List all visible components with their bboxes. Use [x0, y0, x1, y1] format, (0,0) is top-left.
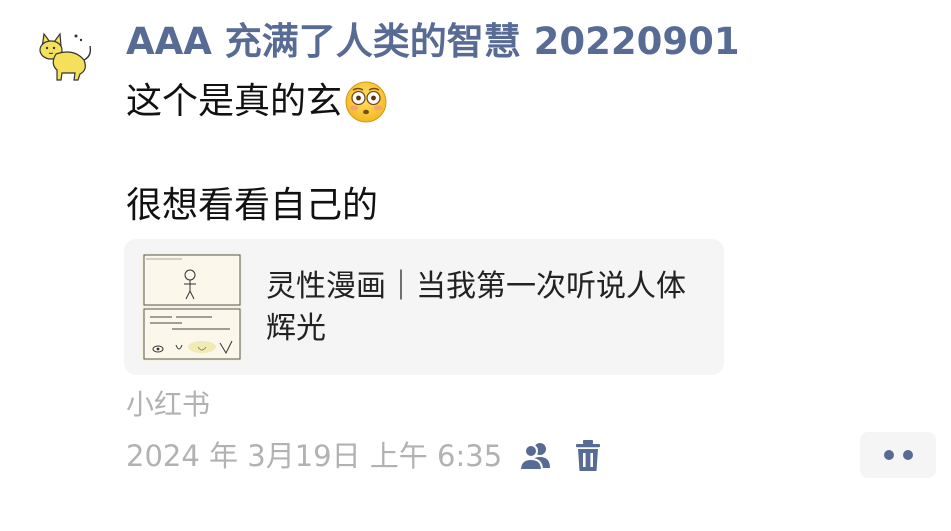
username[interactable]: AAA 充满了人类的智慧 20220901 [126, 18, 740, 66]
post-meta: 2024 年 3月19日 上午 6:35 [126, 436, 606, 476]
link-card[interactable]: 灵性漫画｜当我第一次听说人体辉光 [124, 239, 724, 375]
post-text-line-1: 这个是真的玄 [126, 78, 388, 126]
source-label[interactable]: 小红书 [126, 386, 210, 424]
link-card-title: 灵性漫画｜当我第一次听说人体辉光 [266, 269, 686, 346]
friends-icon[interactable] [518, 438, 554, 474]
comic-thumbnail-icon [142, 253, 242, 361]
post-text: 这个是真的玄 [126, 81, 343, 122]
post-text-line-2: 很想看看自己的 [126, 185, 379, 226]
more-button[interactable] [860, 432, 936, 478]
flushed-face-emoji-icon [344, 80, 388, 124]
cat-avatar-icon [39, 32, 92, 81]
avatar[interactable] [34, 26, 94, 86]
moments-post: AAA 充满了人类的智慧 20220901 这个是真的玄 很想看看自己的 灵性漫… [0, 0, 951, 531]
trash-icon[interactable] [570, 438, 606, 474]
timestamp: 2024 年 3月19日 上午 6:35 [126, 439, 503, 473]
more-dots-icon [902, 450, 913, 460]
more-dots-icon [883, 450, 894, 460]
